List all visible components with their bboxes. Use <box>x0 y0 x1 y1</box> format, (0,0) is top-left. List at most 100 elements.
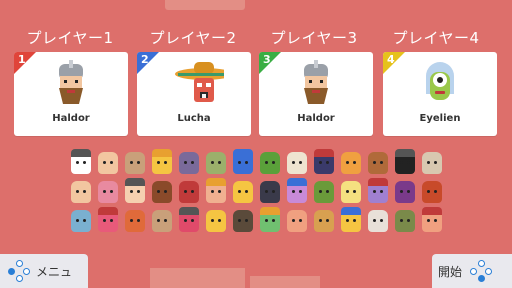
character-tile[interactable] <box>337 177 364 206</box>
character-portrait-icon <box>286 151 307 174</box>
character-portrait-icon <box>232 209 253 232</box>
character-portrait-icon <box>367 177 388 203</box>
character-tile[interactable] <box>256 206 283 235</box>
player-1-card[interactable]: 1 Haldor <box>14 52 128 136</box>
character-tile[interactable] <box>391 148 418 177</box>
character-portrait-icon <box>421 151 442 174</box>
character-tile[interactable] <box>148 177 175 206</box>
character-portrait-icon <box>124 209 145 232</box>
character-portrait-icon <box>340 180 361 203</box>
player-3-character-name: Haldor <box>297 113 335 124</box>
character-tile[interactable] <box>310 206 337 235</box>
character-portrait-icon <box>70 180 91 203</box>
player-number-badge: 1 <box>14 52 36 74</box>
character-tile[interactable] <box>418 206 445 235</box>
character-portrait-icon <box>97 151 118 174</box>
character-tile[interactable] <box>391 206 418 235</box>
helmet-viking-icon <box>59 60 83 104</box>
character-tile[interactable] <box>202 177 229 206</box>
character-tile[interactable] <box>229 177 256 206</box>
character-portrait-icon <box>151 148 172 174</box>
one-eyed-alien-icon <box>426 62 454 100</box>
player-4-card[interactable]: 4 Eyelien <box>383 52 497 136</box>
player-3-card[interactable]: 3 Haldor <box>259 52 373 136</box>
character-portrait-icon <box>286 209 307 232</box>
menu-button[interactable]: メニュ <box>0 254 88 288</box>
character-portrait-icon <box>70 209 91 232</box>
character-portrait-icon <box>124 151 145 174</box>
character-tile[interactable] <box>283 177 310 206</box>
character-tile[interactable] <box>202 148 229 177</box>
character-portrait-icon <box>178 206 199 232</box>
character-portrait-icon <box>232 180 253 203</box>
character-tile[interactable] <box>175 206 202 235</box>
character-tile[interactable] <box>256 148 283 177</box>
sombrero-wrestler-icon <box>175 62 224 102</box>
start-label: 開始 <box>438 264 463 279</box>
player-number-badge: 4 <box>383 52 405 74</box>
character-portrait-icon <box>340 206 361 232</box>
character-portrait-icon <box>367 209 388 232</box>
character-portrait-icon <box>124 177 145 203</box>
character-tile[interactable] <box>148 148 175 177</box>
character-portrait-icon <box>259 206 280 232</box>
character-tile[interactable] <box>67 148 94 177</box>
character-tile[interactable] <box>94 177 121 206</box>
character-tile[interactable] <box>364 177 391 206</box>
character-tile[interactable] <box>283 206 310 235</box>
player-1-label: プレイヤー1 <box>26 29 114 47</box>
character-tile[interactable] <box>364 206 391 235</box>
character-tile[interactable] <box>229 206 256 235</box>
character-portrait-icon <box>394 180 415 203</box>
character-portrait-icon <box>313 148 334 174</box>
character-tile[interactable] <box>418 177 445 206</box>
character-portrait-icon <box>97 206 118 232</box>
character-tile[interactable] <box>175 148 202 177</box>
player-2-label: プレイヤー2 <box>149 29 237 47</box>
character-portrait-icon <box>259 180 280 203</box>
player-3-label: プレイヤー3 <box>270 29 358 47</box>
start-button[interactable]: 開始 <box>432 254 512 288</box>
character-tile[interactable] <box>121 148 148 177</box>
menu-label: メニュ <box>36 264 73 279</box>
background-decoration <box>150 268 245 288</box>
character-portrait-icon <box>97 180 118 203</box>
character-tile[interactable] <box>121 206 148 235</box>
character-tile[interactable] <box>418 148 445 177</box>
character-portrait-icon <box>394 209 415 232</box>
character-tile[interactable] <box>175 177 202 206</box>
player-2-card[interactable]: 2 Lucha <box>137 52 251 136</box>
player-number-badge: 3 <box>259 52 281 74</box>
character-tile[interactable] <box>283 148 310 177</box>
character-portrait-icon <box>205 151 226 174</box>
character-tile[interactable] <box>121 177 148 206</box>
character-tile[interactable] <box>310 148 337 177</box>
character-portrait-icon <box>313 209 334 232</box>
character-roster-grid <box>67 148 445 236</box>
character-portrait-icon <box>205 209 226 232</box>
background-decoration <box>165 0 245 10</box>
character-tile[interactable] <box>94 148 121 177</box>
character-tile[interactable] <box>202 206 229 235</box>
character-tile[interactable] <box>337 206 364 235</box>
character-tile[interactable] <box>337 148 364 177</box>
character-portrait-icon <box>421 180 442 203</box>
character-portrait-icon <box>421 206 442 232</box>
character-tile[interactable] <box>67 206 94 235</box>
character-portrait-icon <box>394 148 415 174</box>
character-portrait-icon <box>178 180 199 203</box>
character-tile[interactable] <box>229 148 256 177</box>
character-tile[interactable] <box>94 206 121 235</box>
character-tile[interactable] <box>364 148 391 177</box>
character-tile[interactable] <box>310 177 337 206</box>
character-tile[interactable] <box>148 206 175 235</box>
player-4-character-name: Eyelien <box>419 113 461 124</box>
character-tile[interactable] <box>256 177 283 206</box>
player-1-character-name: Haldor <box>52 113 90 124</box>
character-tile[interactable] <box>391 177 418 206</box>
controller-buttons-icon <box>8 260 30 282</box>
character-portrait-icon <box>151 180 172 203</box>
helmet-viking-icon <box>304 60 328 104</box>
character-portrait-icon <box>259 151 280 174</box>
character-tile[interactable] <box>67 177 94 206</box>
